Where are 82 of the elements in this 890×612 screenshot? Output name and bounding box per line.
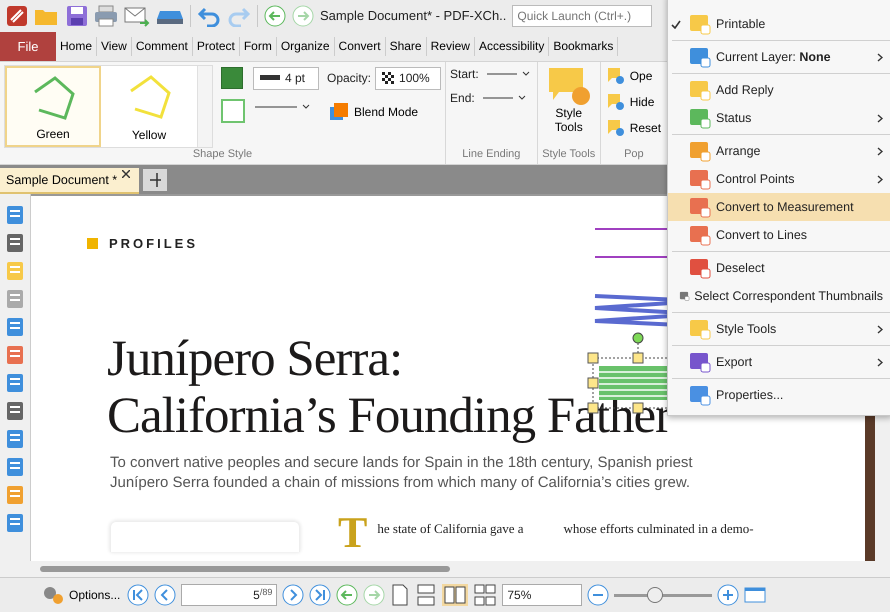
- ribbon-tab[interactable]: Review: [426, 36, 475, 56]
- ribbon-tab[interactable]: Form: [240, 36, 277, 56]
- group-label: Pop: [623, 148, 645, 162]
- shape-style-item[interactable]: Green: [5, 66, 101, 148]
- quick-launch-field[interactable]: Quick Launch (Ctrl+.): [512, 4, 652, 27]
- body-text: he state of California gave a: [377, 521, 524, 538]
- menu-item[interactable]: Add Reply: [668, 76, 890, 104]
- body-text: whose efforts culminated in a demo-: [564, 521, 754, 538]
- ribbon-tab[interactable]: Organize: [276, 36, 335, 56]
- fill-color-swatch[interactable]: [221, 66, 243, 89]
- popup-note-button[interactable]: Ope: [604, 64, 664, 87]
- save-icon[interactable]: [66, 4, 88, 27]
- headline: Junípero Serra:: [107, 331, 402, 388]
- square-bullet-icon: [87, 238, 98, 250]
- menu-item[interactable]: Deselect: [668, 254, 890, 282]
- style-tools-button[interactable]: Style Tools: [542, 64, 596, 148]
- menu-item[interactable]: Select Correspondent Thumbnails: [668, 282, 890, 310]
- zoom-slider-thumb[interactable]: [646, 587, 663, 604]
- menu-item[interactable]: Printable: [668, 10, 890, 38]
- new-tab-button[interactable]: [143, 169, 168, 192]
- horizontal-scrollbar[interactable]: [0, 561, 890, 578]
- line-thickness-icon: [260, 75, 280, 82]
- next-page-icon[interactable]: [282, 584, 304, 606]
- ribbon-tab[interactable]: Home: [56, 36, 98, 56]
- ribbon-tab[interactable]: Protect: [192, 36, 240, 56]
- menu-item[interactable]: Arrange: [668, 137, 890, 165]
- two-page-icon[interactable]: [442, 584, 468, 606]
- menu-item[interactable]: Convert to Lines: [668, 221, 890, 249]
- blend-squares-icon: [329, 102, 349, 122]
- zoom-in-icon[interactable]: [717, 584, 740, 606]
- ribbon-tab[interactable]: Share: [386, 36, 427, 56]
- plus-icon: [149, 172, 162, 188]
- ribbon-tab[interactable]: View: [97, 36, 132, 56]
- menu-item[interactable]: Export: [668, 348, 890, 376]
- drop-cap: T: [338, 515, 368, 552]
- opacity-dropdown[interactable]: 100%: [375, 66, 442, 90]
- note-icon: [606, 66, 625, 85]
- border-color-swatch[interactable]: [221, 98, 245, 123]
- two-page-continuous-icon[interactable]: [473, 584, 498, 606]
- popup-note-button[interactable]: Hide: [604, 90, 664, 113]
- continuous-page-icon[interactable]: [415, 584, 438, 606]
- end-label: End:: [450, 90, 475, 105]
- menu-item[interactable]: Properties...: [668, 381, 890, 409]
- file-tab[interactable]: File: [0, 32, 56, 61]
- gears-icon: [42, 585, 64, 606]
- ribbon-tab[interactable]: Comment: [132, 36, 193, 56]
- start-label: Start:: [450, 66, 479, 81]
- group-label: Line Ending: [461, 148, 522, 162]
- group-label: Style Tools: [542, 148, 596, 162]
- opacity-label: Opacity:: [327, 71, 372, 86]
- zoom-dropdown[interactable]: 75%: [502, 584, 582, 606]
- menu-item[interactable]: Current Layer: None: [668, 43, 890, 71]
- note-icon: [606, 118, 625, 137]
- ribbon-tab[interactable]: Accessibility: [474, 36, 550, 56]
- window-icon[interactable]: [744, 586, 766, 604]
- print-icon[interactable]: [94, 4, 118, 27]
- first-page-icon[interactable]: [127, 584, 150, 606]
- last-page-icon[interactable]: [309, 584, 332, 606]
- subtitle: To convert native peoples and secure lands for Spain in the 18th century, Spanish priest Junípero Serra founded a chain of missions from which many of California’s cities grew.: [110, 453, 694, 494]
- app-logo-icon[interactable]: [6, 4, 28, 27]
- menu-item[interactable]: Style Tools: [668, 315, 890, 343]
- close-icon[interactable]: [122, 170, 130, 178]
- ribbon-tab[interactable]: Convert: [334, 36, 386, 56]
- email-icon[interactable]: [124, 4, 150, 27]
- zoom-out-icon[interactable]: [587, 584, 610, 606]
- window-title: Sample Document* - PDF-XCh..: [320, 8, 506, 24]
- group-label: Shape Style: [192, 148, 254, 162]
- menu-item[interactable]: Status: [668, 104, 890, 132]
- blend-mode-button[interactable]: Blend Mode: [327, 100, 442, 124]
- document-tab[interactable]: Sample Document *: [0, 168, 140, 194]
- previous-page-icon[interactable]: [154, 584, 176, 606]
- line-width-dropdown[interactable]: 4 pt: [253, 66, 319, 90]
- ribbon-tab[interactable]: Bookmarks: [549, 36, 618, 56]
- gallery-scrollbar[interactable]: [197, 66, 212, 148]
- menu-item[interactable]: Control Points: [668, 165, 890, 193]
- options-button[interactable]: Options...: [40, 583, 122, 608]
- section-label: PROFILES: [109, 236, 198, 252]
- note-icon: [606, 92, 625, 111]
- menu-item[interactable]: Convert to Measurement: [668, 193, 890, 221]
- checkerboard-icon: [382, 72, 394, 84]
- single-page-icon[interactable]: [390, 584, 410, 606]
- popup-note-button[interactable]: Reset: [604, 116, 664, 139]
